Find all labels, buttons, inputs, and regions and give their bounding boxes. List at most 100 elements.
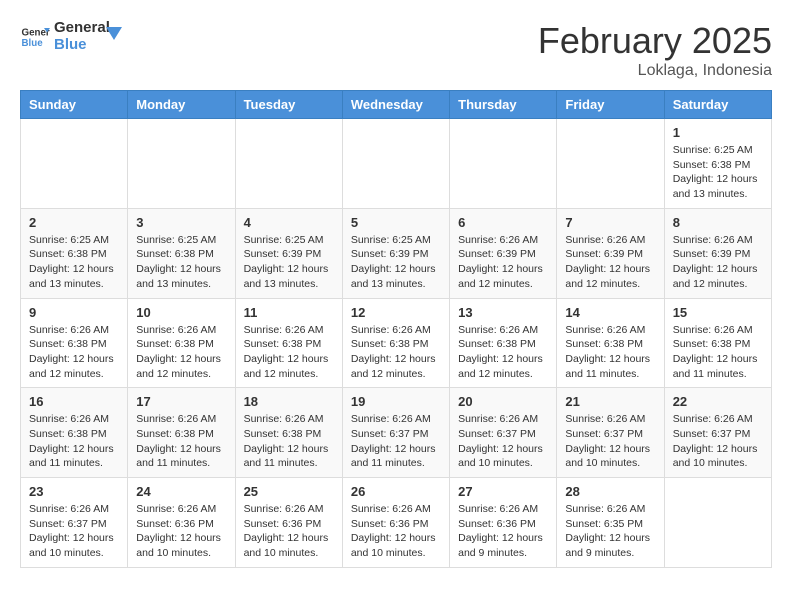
day-info: Sunrise: 6:26 AM Sunset: 6:36 PM Dayligh… <box>136 502 226 561</box>
day-info: Sunrise: 6:25 AM Sunset: 6:38 PM Dayligh… <box>29 233 119 292</box>
calendar-cell: 2 Sunrise: 6:25 AM Sunset: 6:38 PM Daylig… <box>21 208 128 298</box>
calendar-week-row: 23 Sunrise: 6:26 AM Sunset: 6:37 PM Dayli… <box>21 478 772 568</box>
calendar-week-row: 2 Sunrise: 6:25 AM Sunset: 6:38 PM Daylig… <box>21 208 772 298</box>
calendar-cell: 23 Sunrise: 6:26 AM Sunset: 6:37 PM Dayli… <box>21 478 128 568</box>
day-info: Sunrise: 6:26 AM Sunset: 6:38 PM Dayligh… <box>458 323 548 382</box>
day-number: 4 <box>244 215 334 230</box>
day-number: 8 <box>673 215 763 230</box>
calendar-cell <box>128 119 235 209</box>
day-info: Sunrise: 6:26 AM Sunset: 6:36 PM Dayligh… <box>458 502 548 561</box>
day-number: 3 <box>136 215 226 230</box>
calendar-weekday-wednesday: Wednesday <box>342 91 449 119</box>
day-number: 28 <box>565 484 655 499</box>
calendar-weekday-tuesday: Tuesday <box>235 91 342 119</box>
location: Loklaga, Indonesia <box>538 62 772 80</box>
day-info: Sunrise: 6:25 AM Sunset: 6:38 PM Dayligh… <box>136 233 226 292</box>
day-number: 27 <box>458 484 548 499</box>
calendar-cell: 26 Sunrise: 6:26 AM Sunset: 6:36 PM Dayli… <box>342 478 449 568</box>
day-info: Sunrise: 6:26 AM Sunset: 6:39 PM Dayligh… <box>565 233 655 292</box>
logo-text-blue: Blue <box>54 37 110 54</box>
day-info: Sunrise: 6:26 AM Sunset: 6:38 PM Dayligh… <box>244 412 334 471</box>
calendar-cell: 11 Sunrise: 6:26 AM Sunset: 6:38 PM Dayli… <box>235 298 342 388</box>
calendar-weekday-thursday: Thursday <box>450 91 557 119</box>
day-info: Sunrise: 6:26 AM Sunset: 6:39 PM Dayligh… <box>673 233 763 292</box>
calendar-cell: 6 Sunrise: 6:26 AM Sunset: 6:39 PM Daylig… <box>450 208 557 298</box>
day-number: 19 <box>351 394 441 409</box>
day-info: Sunrise: 6:26 AM Sunset: 6:37 PM Dayligh… <box>565 412 655 471</box>
calendar-week-row: 9 Sunrise: 6:26 AM Sunset: 6:38 PM Daylig… <box>21 298 772 388</box>
calendar-cell: 12 Sunrise: 6:26 AM Sunset: 6:38 PM Dayli… <box>342 298 449 388</box>
day-info: Sunrise: 6:26 AM Sunset: 6:37 PM Dayligh… <box>29 502 119 561</box>
page-header: General Blue General Blue February 2025 … <box>20 20 772 80</box>
day-number: 24 <box>136 484 226 499</box>
day-number: 21 <box>565 394 655 409</box>
calendar-cell <box>235 119 342 209</box>
calendar-cell: 14 Sunrise: 6:26 AM Sunset: 6:38 PM Dayli… <box>557 298 664 388</box>
day-info: Sunrise: 6:26 AM Sunset: 6:38 PM Dayligh… <box>244 323 334 382</box>
day-info: Sunrise: 6:26 AM Sunset: 6:37 PM Dayligh… <box>673 412 763 471</box>
day-number: 12 <box>351 305 441 320</box>
calendar-cell: 10Sunrise: 6:26 AM Sunset: 6:38 PM Dayli… <box>128 298 235 388</box>
calendar-cell: 4 Sunrise: 6:25 AM Sunset: 6:39 PM Daylig… <box>235 208 342 298</box>
day-info: Sunrise: 6:26 AM Sunset: 6:38 PM Dayligh… <box>565 323 655 382</box>
calendar-cell: 17 Sunrise: 6:26 AM Sunset: 6:38 PM Dayli… <box>128 388 235 478</box>
day-number: 23 <box>29 484 119 499</box>
logo: General Blue General Blue <box>20 20 126 53</box>
day-number: 5 <box>351 215 441 230</box>
day-info: Sunrise: 6:25 AM Sunset: 6:39 PM Dayligh… <box>244 233 334 292</box>
day-number: 15 <box>673 305 763 320</box>
calendar-cell: 20Sunrise: 6:26 AM Sunset: 6:37 PM Dayli… <box>450 388 557 478</box>
logo-arrow-icon <box>106 22 126 42</box>
day-number: 18 <box>244 394 334 409</box>
day-number: 11 <box>244 305 334 320</box>
calendar-cell <box>450 119 557 209</box>
calendar-cell: 15 Sunrise: 6:26 AM Sunset: 6:38 PM Dayli… <box>664 298 771 388</box>
calendar-week-row: 1 Sunrise: 6:25 AM Sunset: 6:38 PM Daylig… <box>21 119 772 209</box>
logo-icon: General Blue <box>20 22 50 52</box>
day-number: 2 <box>29 215 119 230</box>
calendar-table: SundayMondayTuesdayWednesdayThursdayFrid… <box>20 90 772 568</box>
day-info: Sunrise: 6:26 AM Sunset: 6:38 PM Dayligh… <box>673 323 763 382</box>
day-number: 17 <box>136 394 226 409</box>
calendar-cell: 21 Sunrise: 6:26 AM Sunset: 6:37 PM Dayli… <box>557 388 664 478</box>
calendar-cell: 8 Sunrise: 6:26 AM Sunset: 6:39 PM Daylig… <box>664 208 771 298</box>
day-number: 7 <box>565 215 655 230</box>
calendar-week-row: 16 Sunrise: 6:26 AM Sunset: 6:38 PM Dayli… <box>21 388 772 478</box>
calendar-cell: 28 Sunrise: 6:26 AM Sunset: 6:35 PM Dayli… <box>557 478 664 568</box>
calendar-cell: 25 Sunrise: 6:26 AM Sunset: 6:36 PM Dayli… <box>235 478 342 568</box>
day-number: 14 <box>565 305 655 320</box>
month-title: February 2025 <box>538 20 772 62</box>
svg-text:Blue: Blue <box>22 38 44 49</box>
calendar-cell: 3 Sunrise: 6:25 AM Sunset: 6:38 PM Daylig… <box>128 208 235 298</box>
day-info: Sunrise: 6:26 AM Sunset: 6:38 PM Dayligh… <box>136 412 226 471</box>
day-info: Sunrise: 6:25 AM Sunset: 6:39 PM Dayligh… <box>351 233 441 292</box>
calendar-cell: 16Sunrise: 6:26 AM Sunset: 6:38 PM Dayli… <box>21 388 128 478</box>
day-number: 1 <box>673 125 763 140</box>
day-number: 26 <box>351 484 441 499</box>
calendar-weekday-sunday: Sunday <box>21 91 128 119</box>
day-info: Sunrise: 6:26 AM Sunset: 6:36 PM Dayligh… <box>244 502 334 561</box>
calendar-cell: 1 Sunrise: 6:25 AM Sunset: 6:38 PM Daylig… <box>664 119 771 209</box>
day-info: Sunrise: 6:26 AM Sunset: 6:38 PM Dayligh… <box>29 323 119 382</box>
day-info: Sunrise: 6:26 AM Sunset: 6:36 PM Dayligh… <box>351 502 441 561</box>
day-info: Sunrise: 6:26 AM Sunset: 6:38 PM Dayligh… <box>351 323 441 382</box>
calendar-weekday-saturday: Saturday <box>664 91 771 119</box>
day-number: 6 <box>458 215 548 230</box>
calendar-cell: 27 Sunrise: 6:26 AM Sunset: 6:36 PM Dayli… <box>450 478 557 568</box>
day-number: 25 <box>244 484 334 499</box>
calendar-weekday-friday: Friday <box>557 91 664 119</box>
day-info: Sunrise: 6:26 AM Sunset: 6:39 PM Dayligh… <box>458 233 548 292</box>
calendar-cell <box>21 119 128 209</box>
day-number: 16 <box>29 394 119 409</box>
calendar-cell <box>557 119 664 209</box>
day-info: Sunrise: 6:25 AM Sunset: 6:38 PM Dayligh… <box>673 143 763 202</box>
day-info: Sunrise: 6:26 AM Sunset: 6:35 PM Dayligh… <box>565 502 655 561</box>
day-info: Sunrise: 6:26 AM Sunset: 6:37 PM Dayligh… <box>351 412 441 471</box>
calendar-cell: 22Sunrise: 6:26 AM Sunset: 6:37 PM Dayli… <box>664 388 771 478</box>
calendar-cell: 5 Sunrise: 6:25 AM Sunset: 6:39 PM Daylig… <box>342 208 449 298</box>
day-number: 9 <box>29 305 119 320</box>
page-container: General Blue General Blue February 2025 … <box>20 20 772 568</box>
calendar-cell <box>664 478 771 568</box>
day-number: 10 <box>136 305 226 320</box>
title-block: February 2025 Loklaga, Indonesia <box>538 20 772 80</box>
